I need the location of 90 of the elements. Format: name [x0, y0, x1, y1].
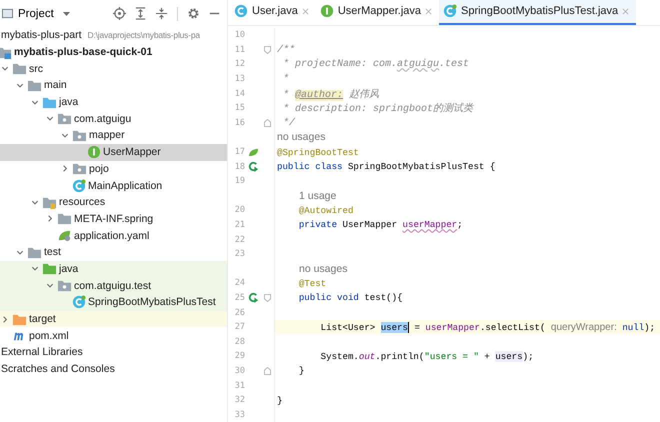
line-number: 13: [234, 74, 245, 84]
tree-item[interactable]: java: [59, 262, 78, 275]
tree-item[interactable]: resources: [59, 196, 106, 208]
line-number: 23: [234, 249, 245, 260]
usage-hint[interactable]: no usages: [275, 262, 348, 275]
leaf-icon[interactable]: [248, 148, 259, 157]
tree-item[interactable]: src: [29, 62, 43, 75]
usage-hint[interactable]: 1 usage: [275, 190, 336, 202]
chevron-icon[interactable]: [45, 281, 55, 290]
caret-icon: [62, 10, 71, 16]
code-line: /**: [276, 44, 296, 56]
editor-tab[interactable]: User.java: [230, 0, 316, 25]
interface-icon: [87, 145, 101, 160]
line-number: 10: [234, 30, 245, 40]
tree-item[interactable]: pom.xml: [29, 330, 69, 342]
code-line: * @author: 赵伟风: [282, 88, 380, 101]
tree-item[interactable]: test: [44, 246, 61, 258]
line-number: 11: [234, 44, 245, 55]
editor-tab[interactable]: UserMapper.java: [316, 0, 440, 25]
interface-icon: [320, 4, 334, 18]
line-number: 31: [234, 380, 245, 391]
tree-item[interactable]: com.atguigu: [74, 112, 132, 125]
package-folder-icon: [57, 278, 72, 294]
tree-item[interactable]: pojo: [89, 162, 109, 175]
code-line: }: [298, 365, 304, 376]
line-number: 18: [234, 162, 245, 172]
code-line: *: [282, 73, 290, 86]
line-number: 32: [234, 395, 245, 406]
folder-icon: [12, 61, 27, 76]
class-icon: [234, 4, 248, 18]
class-icon: [443, 4, 458, 18]
code-line: System.out.println("users = " + users);: [320, 350, 534, 362]
tree-item[interactable]: mybatis-plus-part: [1, 29, 82, 42]
code-line: public class SpringBootMybatisPlusTest {: [276, 161, 496, 172]
code-line: public void test(){: [298, 292, 403, 304]
folder-icon: [42, 261, 57, 276]
line-number: 20: [234, 205, 245, 216]
tree-item[interactable]: mybatis-plus-base-quick-01: [14, 46, 152, 58]
code-line: @Test: [298, 278, 326, 289]
line-number: 24: [234, 278, 245, 288]
code-line: private UserMapper userMapper;: [298, 219, 463, 230]
folder-icon: [57, 211, 72, 226]
run-icon[interactable]: [248, 161, 259, 172]
tree-item[interactable]: External Libraries: [1, 346, 83, 358]
line-number: 21: [234, 220, 245, 230]
project-path: D:\javaprojects\mybatis-plus-pa: [88, 30, 200, 40]
code-line: @SpringBootTest: [276, 146, 359, 158]
locate-icon[interactable]: [111, 6, 128, 21]
tree-item[interactable]: application.yaml: [74, 230, 150, 242]
usage-hint[interactable]: no usages: [275, 131, 326, 144]
package-folder-icon: [72, 161, 87, 176]
chevron-icon[interactable]: [45, 114, 55, 124]
chevron-icon[interactable]: [0, 64, 10, 74]
package-folder-icon: [57, 111, 72, 126]
code-line: * projectName: com.atguigu.test: [282, 58, 470, 70]
tree-item[interactable]: UserMapper: [103, 146, 161, 158]
line-number: 28: [234, 336, 245, 347]
line-number: 26: [234, 308, 245, 318]
line-number: 30: [234, 366, 245, 376]
tree-item[interactable]: main: [44, 79, 67, 92]
class-icon: [72, 295, 86, 310]
tree-item[interactable]: Scratches and Consoles: [1, 363, 115, 376]
line-number: 16: [234, 118, 245, 128]
tree-item[interactable]: MainApplication: [88, 180, 162, 192]
tree-item[interactable]: target: [29, 313, 56, 326]
line-number: 22: [234, 234, 245, 245]
line-number: 29: [234, 351, 245, 362]
line-number: 12: [234, 59, 245, 70]
run-icon[interactable]: [248, 292, 259, 304]
code-line: * description: springboot的测试类: [282, 102, 474, 116]
code-line: List<User> users = userMapper.selectList( queryWrapper: null);: [320, 322, 656, 333]
code-line: */: [282, 116, 296, 129]
editor-tab[interactable]: SpringBootMybatisPlusTest.java: [439, 0, 636, 25]
line-number: 33: [234, 410, 245, 420]
line-number: 14: [234, 88, 245, 99]
code-line: @Autowired: [298, 204, 354, 216]
leaf-icon: [57, 228, 72, 244]
tree-item[interactable]: META-INF.spring: [74, 212, 154, 225]
tree-item[interactable]: java: [59, 96, 78, 108]
collapse-all-icon[interactable]: [153, 6, 170, 21]
line-number: 15: [234, 103, 245, 114]
line-number: 27: [234, 322, 245, 332]
line-number: 17: [234, 147, 245, 158]
class-icon: [72, 178, 86, 193]
chevron-icon[interactable]: [30, 264, 40, 274]
project-dropdown[interactable]: Project: [16, 8, 73, 20]
line-number: 25: [234, 292, 245, 303]
code-line: }: [276, 394, 282, 406]
line-number: 19: [234, 176, 245, 186]
tree-item[interactable]: mapper: [89, 129, 125, 142]
